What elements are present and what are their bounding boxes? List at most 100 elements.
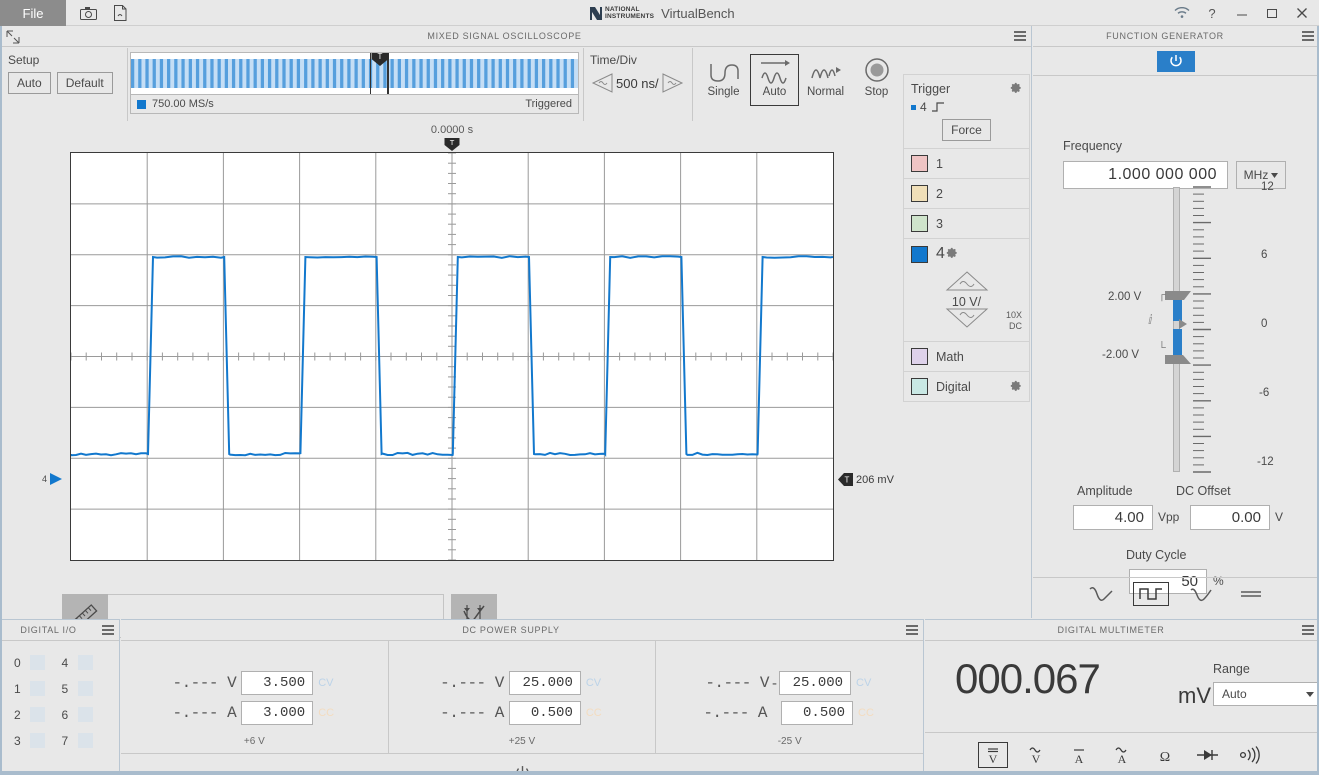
dio-line-6[interactable]: 6 <box>62 707 110 722</box>
timediv-increase-button[interactable] <box>661 71 685 95</box>
dio-line-4[interactable]: 4 <box>62 655 110 670</box>
fgen-menu-icon[interactable] <box>1297 26 1319 47</box>
dio-switch-6[interactable] <box>78 707 93 722</box>
dmm-diode-button[interactable] <box>1193 742 1223 768</box>
svg-text:T: T <box>450 138 455 147</box>
dio-switch-3[interactable] <box>30 733 45 748</box>
oscilloscope-title: MIXED SIGNAL OSCILLOSCOPE <box>0 31 1009 41</box>
dio-switch-1[interactable] <box>30 681 45 696</box>
channel-2-checkbox[interactable] <box>911 185 928 202</box>
dio-line-1[interactable]: 1 <box>14 681 62 696</box>
dio-switch-0[interactable] <box>30 655 45 670</box>
digital-checkbox[interactable] <box>911 378 928 395</box>
amplitude-input[interactable]: 4.00 <box>1073 505 1153 530</box>
channel-1-checkbox[interactable] <box>911 155 928 172</box>
channel-row-2[interactable]: 2 <box>903 179 1030 209</box>
trigger-level-indicator[interactable]: T 206 mV <box>838 473 894 486</box>
scale-decrease-button[interactable] <box>945 307 989 334</box>
dps-6v-voltage-input[interactable]: 3.500 <box>241 671 313 695</box>
triangle-wave-button[interactable] <box>1183 582 1219 606</box>
dps-channel-25v: -.--- V 25.000 CV -.--- A 0.500 CC +25 V <box>389 641 657 753</box>
camera-icon[interactable] <box>72 0 104 26</box>
dio-line-5[interactable]: 5 <box>62 681 110 696</box>
minimize-button[interactable] <box>1227 0 1257 26</box>
waveform-minimap[interactable]: T <box>130 52 579 95</box>
ni-logo-icon: NATIONAL INSTRUMENTS <box>590 6 654 20</box>
help-button[interactable]: ? <box>1197 0 1227 26</box>
dio-line-3[interactable]: 3 <box>14 733 62 748</box>
fgen-power-button[interactable] <box>1157 51 1195 72</box>
minimap-trigger-marker[interactable]: T <box>371 52 388 66</box>
file-menu-button[interactable]: File <box>0 0 66 26</box>
dc-wave-button[interactable] <box>1233 582 1269 606</box>
trigger-source[interactable]: 4 <box>911 100 1022 114</box>
scale-increase-button[interactable] <box>945 270 989 297</box>
single-mode-button[interactable]: Single <box>699 54 748 106</box>
channel-3-checkbox[interactable] <box>911 215 928 232</box>
digital-label: Digital <box>936 380 1009 394</box>
dmm-dc-voltage-button[interactable]: V <box>978 742 1008 768</box>
dps-25v-current-input[interactable]: 0.500 <box>509 701 581 725</box>
trigger-gear-icon[interactable] <box>1009 80 1022 98</box>
dps-6v-current-input[interactable]: 3.000 <box>241 701 313 725</box>
dio-line-0[interactable]: 0 <box>14 655 62 670</box>
digital-io-menu-icon[interactable] <box>97 620 119 641</box>
dmm-menu-icon[interactable] <box>1297 620 1319 641</box>
dps-neg25v-voltage-input[interactable]: 25.000 <box>779 671 851 695</box>
math-checkbox[interactable] <box>911 348 928 365</box>
slider-lock-icon[interactable]: ⅈ <box>1148 312 1153 328</box>
dps-neg25v-current-input[interactable]: 0.500 <box>781 701 853 725</box>
dmm-dc-current-button[interactable]: A <box>1064 742 1094 768</box>
dmm-resistance-button[interactable]: Ω <box>1150 742 1180 768</box>
dio-switch-5[interactable] <box>78 681 93 696</box>
svg-text:T: T <box>845 476 850 485</box>
dio-line-7[interactable]: 7 <box>62 733 110 748</box>
dps-header: DC POWER SUPPLY <box>121 620 923 641</box>
default-setup-button[interactable]: Default <box>57 72 113 94</box>
dmm-ac-current-button[interactable]: A <box>1107 742 1137 768</box>
export-icon[interactable] <box>104 0 136 26</box>
restore-icon[interactable] <box>4 28 22 46</box>
dc-offset-input[interactable]: 0.00 <box>1190 505 1270 530</box>
digital-io-header: DIGITAL I/O <box>0 620 119 641</box>
channel-row-3[interactable]: 3 <box>903 209 1030 239</box>
force-trigger-button[interactable]: Force <box>942 119 991 141</box>
oscilloscope-menu-icon[interactable] <box>1009 26 1031 47</box>
dmm-continuity-button[interactable] <box>1236 742 1266 768</box>
stop-mode-button[interactable]: Stop <box>852 54 901 106</box>
digital-gear-icon[interactable] <box>1009 378 1022 396</box>
dps-menu-icon[interactable] <box>901 620 923 641</box>
dio-label-6: 6 <box>62 708 69 722</box>
dps-25v-current-measured: -.--- A <box>440 704 504 722</box>
slider-handle-low[interactable] <box>1165 351 1191 359</box>
channel-row-math[interactable]: Math <box>903 342 1030 372</box>
dio-label-3: 3 <box>14 734 21 748</box>
sine-wave-button[interactable] <box>1083 582 1119 606</box>
slider-center-handle[interactable] <box>1161 317 1187 336</box>
dio-line-2[interactable]: 2 <box>14 707 62 722</box>
channel-row-digital[interactable]: Digital <box>903 372 1030 402</box>
close-button[interactable] <box>1287 0 1317 26</box>
digital-multimeter-panel: DIGITAL MULTIMETER 000.067 mV Range Auto… <box>925 619 1319 775</box>
wifi-icon[interactable] <box>1167 0 1197 26</box>
dmm-ac-voltage-button[interactable]: V <box>1021 742 1051 768</box>
normal-mode-button[interactable]: Normal <box>801 54 850 106</box>
dio-switch-4[interactable] <box>78 655 93 670</box>
dmm-range-select[interactable]: Auto <box>1213 682 1319 706</box>
waveform-plot[interactable] <box>70 152 834 561</box>
timediv-decrease-button[interactable] <box>590 71 614 95</box>
amplitude-slider[interactable]: ⅈ 2.00 V -2.00 V ┌ └ 12 6 0 -6 -12 <box>1143 179 1263 489</box>
maximize-button[interactable] <box>1257 0 1287 26</box>
channel-4-checkbox[interactable] <box>911 246 928 263</box>
channel-4-gear-icon[interactable] <box>945 245 958 263</box>
slider-handle-high[interactable] <box>1165 287 1191 295</box>
square-wave-button[interactable] <box>1133 582 1169 606</box>
dio-switch-2[interactable] <box>30 707 45 722</box>
dps-25v-voltage-input[interactable]: 25.000 <box>509 671 581 695</box>
dps-25v-name: +25 V <box>509 736 535 747</box>
auto-mode-button[interactable]: Auto <box>750 54 799 106</box>
auto-setup-button[interactable]: Auto <box>8 72 51 94</box>
dio-switch-7[interactable] <box>78 733 93 748</box>
channel4-ground-indicator[interactable]: 4 <box>42 472 63 486</box>
channel-row-1[interactable]: 1 <box>903 149 1030 179</box>
